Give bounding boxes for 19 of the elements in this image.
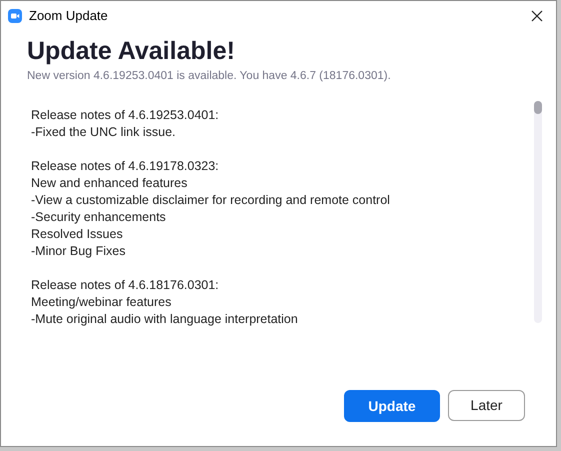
scrollbar[interactable] <box>534 101 542 324</box>
update-button[interactable]: Update <box>344 390 440 422</box>
later-button[interactable]: Later <box>448 390 525 421</box>
release-note-line: Resolved Issues <box>31 226 124 244</box>
release-note-line: -Fixed the UNC link issue. <box>31 124 176 142</box>
version-info: New version 4.6.19253.0401 is available. You have 4.6.7 (18176.0301). <box>27 69 392 84</box>
heading: Update Available! <box>27 36 236 67</box>
video-camera-icon <box>8 9 22 23</box>
release-note-line: -Minor Bug Fixes <box>31 243 126 260</box>
release-note-line: Meeting/webinar features <box>31 294 172 312</box>
window-title: Zoom Update <box>29 7 108 26</box>
release-note-line: Release notes of 4.6.19253.0401: <box>31 107 220 124</box>
release-note-line: -Mute original audio with language interpretation <box>31 311 299 328</box>
release-note-line: -Security enhancements <box>31 209 167 226</box>
release-note-line: Release notes of 4.6.19178.0323: <box>31 158 220 176</box>
release-note-line: -View a customizable disclaimer for recording and remote control <box>31 192 391 210</box>
release-note-line: New and enhanced features <box>31 175 188 192</box>
release-note-line: Release notes of 4.6.18176.0301: <box>31 277 220 294</box>
close-icon <box>531 10 543 22</box>
